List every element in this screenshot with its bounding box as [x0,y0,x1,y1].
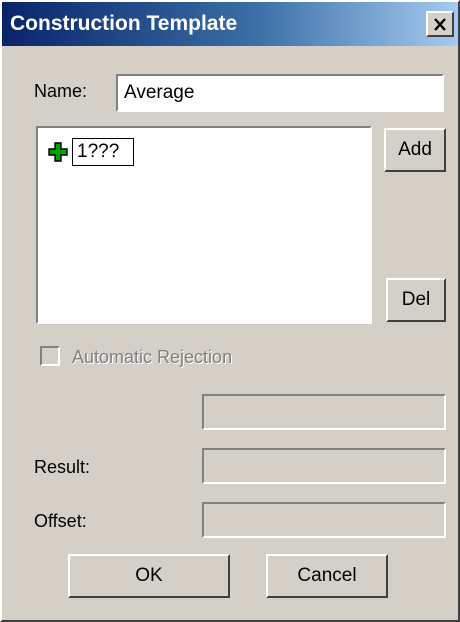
tree-node-label[interactable]: 1??? [72,138,135,166]
del-button[interactable]: Del [386,278,446,322]
template-tree[interactable]: 1??? [36,126,372,324]
add-button[interactable]: Add [384,128,446,172]
tree-node[interactable]: 1??? [48,138,135,166]
cancel-button[interactable]: Cancel [266,554,388,598]
offset-field [202,502,446,538]
automatic-rejection-label: Automatic Rejection [72,347,233,367]
result-field [202,448,446,484]
name-label: Name: [34,81,88,101]
construction-template-dialog: Construction Template Name: 1??? Add Del… [0,0,460,622]
close-button[interactable] [426,11,454,37]
title-bar[interactable]: Construction Template [2,2,458,46]
ok-button[interactable]: OK [68,554,230,598]
result-label: Result: [34,457,91,477]
plus-icon [48,142,68,162]
offset-label: Offset: [34,511,87,531]
close-icon [434,17,446,31]
name-input[interactable] [116,74,444,112]
unlabeled-field [202,394,446,430]
window-title: Construction Template [10,12,238,35]
automatic-rejection-checkbox[interactable] [40,346,60,366]
